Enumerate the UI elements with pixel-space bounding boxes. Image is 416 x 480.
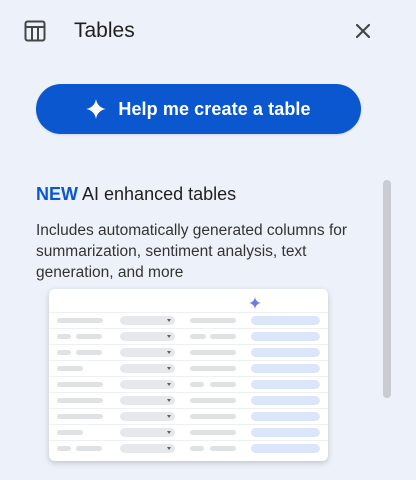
row-divider — [49, 424, 328, 425]
ai-column-cell — [251, 348, 320, 357]
dropdown-placeholder — [120, 428, 175, 437]
cell-placeholder — [76, 446, 102, 451]
tables-side-panel: Tables Help me create a table NEW AI enh… — [0, 0, 416, 480]
cell-placeholder — [57, 334, 71, 339]
panel-title: Tables — [74, 19, 135, 42]
cell-placeholder — [57, 318, 103, 323]
dropdown-placeholder — [120, 444, 175, 453]
cell-placeholder — [210, 334, 236, 339]
dropdown-placeholder — [120, 316, 175, 325]
new-badge: NEW — [36, 184, 78, 204]
promo-description: Includes automatically generated columns… — [36, 222, 348, 281]
scrollbar-thumb[interactable] — [383, 180, 391, 398]
cell-placeholder — [190, 366, 236, 371]
cell-placeholder — [76, 350, 102, 355]
ai-column-cell — [251, 364, 320, 373]
help-button-label: Help me create a table — [118, 98, 311, 119]
cell-placeholder — [190, 318, 236, 323]
cell-placeholder — [57, 414, 103, 419]
cell-placeholder — [57, 382, 103, 387]
table-preview-illustration — [49, 289, 328, 461]
sparkle-icon — [249, 296, 261, 309]
promo-title-text: AI enhanced tables — [82, 184, 237, 204]
row-divider — [49, 328, 328, 329]
cell-placeholder — [57, 446, 71, 451]
ai-column-cell — [251, 428, 320, 437]
row-divider — [49, 440, 328, 441]
row-divider — [49, 344, 328, 345]
cell-placeholder — [190, 398, 236, 403]
cell-placeholder — [57, 398, 103, 403]
cell-placeholder — [76, 334, 102, 339]
row-divider — [49, 376, 328, 377]
ai-column-cell — [251, 380, 320, 389]
sparkle-icon — [86, 99, 107, 119]
cell-placeholder — [210, 382, 236, 387]
ai-column-cell — [251, 316, 320, 325]
cell-placeholder — [190, 414, 236, 419]
cell-placeholder — [57, 350, 71, 355]
cell-placeholder — [57, 366, 83, 371]
ai-column-cell — [251, 396, 320, 405]
dropdown-placeholder — [120, 396, 175, 405]
dropdown-placeholder — [120, 412, 175, 421]
ai-tables-promo: NEW AI enhanced tables Includes automati… — [36, 182, 366, 283]
promo-title: NEW AI enhanced tables — [36, 182, 366, 206]
dropdown-placeholder — [120, 332, 175, 341]
cell-placeholder — [190, 350, 236, 355]
dropdown-placeholder — [120, 364, 175, 373]
cell-placeholder — [190, 334, 206, 339]
cell-placeholder — [210, 446, 236, 451]
row-divider — [49, 312, 328, 313]
cell-placeholder — [190, 382, 204, 387]
cell-placeholder — [57, 430, 83, 435]
cell-placeholder — [190, 446, 204, 451]
ai-column-cell — [251, 332, 320, 341]
cell-placeholder — [190, 430, 236, 435]
ai-column-cell — [251, 444, 320, 453]
help-me-create-table-button[interactable]: Help me create a table — [36, 84, 361, 134]
row-divider — [49, 392, 328, 393]
row-divider — [49, 360, 328, 361]
close-icon[interactable] — [352, 20, 374, 42]
panel-header: Tables — [0, 0, 416, 64]
row-divider — [49, 408, 328, 409]
table-icon — [23, 19, 47, 43]
dropdown-placeholder — [120, 348, 175, 357]
dropdown-placeholder — [120, 380, 175, 389]
ai-column-cell — [251, 412, 320, 421]
